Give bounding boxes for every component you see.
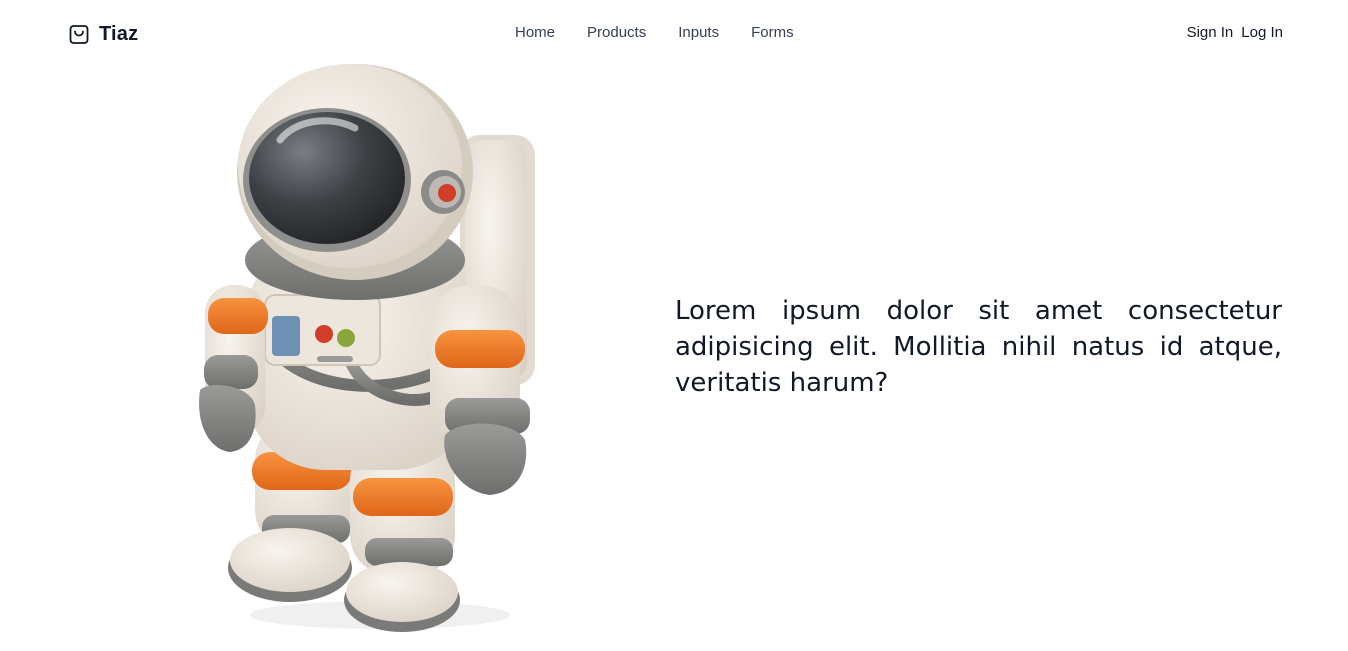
log-in-link[interactable]: Log In [1241,24,1283,41]
brand-link[interactable]: Tiaz [67,20,138,48]
nav-link-products[interactable]: Products [587,24,646,41]
astronaut-illustration [190,60,550,645]
auth-links: Sign In Log In [1187,24,1283,41]
sign-in-link[interactable]: Sign In [1187,24,1234,41]
main-nav: Home Products Inputs Forms [515,24,794,41]
nav-link-forms[interactable]: Forms [751,24,794,41]
brand-name: Tiaz [99,22,139,45]
nav-link-inputs[interactable]: Inputs [678,24,719,41]
hero-description: Lorem ipsum dolor sit amet consectetur a… [675,296,1282,398]
shopping-bag-icon [69,25,89,44]
nav-link-home[interactable]: Home [515,24,555,41]
